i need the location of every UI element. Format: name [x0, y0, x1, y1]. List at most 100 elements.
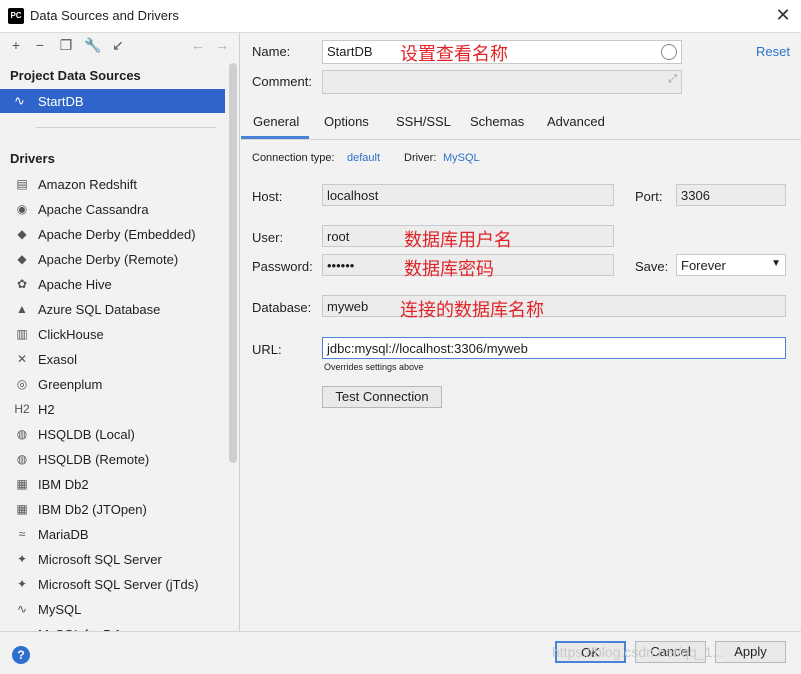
driver-icon: ▲ [16, 302, 28, 316]
driver-item[interactable]: ◍ HSQLDB (Remote) [0, 447, 225, 472]
driver-item[interactable]: ▦ IBM Db2 (JTOpen) [0, 497, 225, 522]
driver-item[interactable]: ✦ Microsoft SQL Server (jTds) [0, 572, 225, 597]
driver-item[interactable]: ◍ HSQLDB (Local) [0, 422, 225, 447]
database-field[interactable]: myweb [322, 295, 786, 317]
driver-label: HSQLDB (Remote) [38, 452, 150, 467]
color-circle-icon[interactable] [661, 44, 677, 60]
driver-item[interactable]: ▤ Amazon Redshift [0, 172, 225, 197]
driver-label: Apache Hive [38, 277, 112, 292]
driver-item[interactable]: ◆ Apache Derby (Embedded) [0, 222, 225, 247]
driver-item[interactable]: ✿ Apache Hive [0, 272, 225, 297]
driver-icon: ✦ [16, 577, 28, 591]
driver-label: IBM Db2 (JTOpen) [38, 502, 147, 517]
help-icon[interactable]: ? [12, 646, 30, 664]
driver-icon: ≈ [18, 527, 26, 541]
host-field[interactable]: localhost [322, 184, 614, 206]
driver-icon: ◎ [16, 377, 28, 391]
tab-ssh-ssl[interactable]: SSH/SSL [396, 114, 451, 138]
add-icon[interactable]: + [8, 37, 24, 53]
go-to-icon[interactable]: ↙ [110, 37, 126, 53]
tab-general[interactable]: General [253, 114, 299, 138]
user-value: root [327, 229, 350, 244]
driver-item[interactable]: ▥ ClickHouse [0, 322, 225, 347]
sidebar: + − ❐ 🔧 ↙ ← → Project Data Sources ∿ Sta… [0, 33, 240, 631]
driver-item[interactable]: ◆ Apache Derby (Remote) [0, 247, 225, 272]
project-data-sources-title: Project Data Sources [10, 68, 141, 83]
wrench-icon[interactable]: 🔧 [84, 37, 101, 53]
driver-label: ClickHouse [38, 327, 104, 342]
driver-item[interactable]: ✕ Exasol [0, 347, 225, 372]
expand-icon[interactable]: ⤢ [668, 73, 677, 86]
driver-icon: ◉ [16, 202, 28, 216]
close-icon[interactable]: ✕ [772, 4, 794, 26]
driver-item[interactable]: ◎ Greenplum [0, 372, 225, 397]
driver-icon: ◍ [16, 452, 28, 466]
connection-type-label: Connection type: [252, 152, 335, 164]
port-value: 3306 [681, 188, 710, 203]
drivers-title: Drivers [10, 151, 55, 166]
driver-icon: ▦ [16, 502, 28, 516]
driver-item[interactable]: ▲ Azure SQL Database [0, 297, 225, 322]
forward-arrow-icon[interactable]: → [214, 37, 230, 53]
url-label: URL: [252, 342, 282, 357]
driver-item[interactable]: ∿ MySQL [0, 597, 225, 622]
url-value: jdbc:mysql://localhost:3306/myweb [327, 341, 528, 356]
driver-label: Microsoft SQL Server [38, 552, 162, 567]
driver-label: Apache Derby (Remote) [38, 252, 179, 267]
driver-item[interactable]: ≈ MariaDB [0, 522, 225, 547]
sidebar-scrollbar[interactable] [229, 63, 237, 463]
driver-item[interactable]: ◉ Apache Cassandra [0, 197, 225, 222]
driver-label: Driver: [404, 152, 437, 164]
database-label: Database: [252, 300, 312, 315]
name-label: Name: [252, 44, 291, 59]
watermark: https://blog.csdn.net/qq_1... [552, 644, 725, 660]
driver-icon: H2 [14, 402, 30, 416]
save-value: Forever [681, 258, 726, 273]
test-connection-button[interactable]: Test Connection [322, 386, 442, 408]
driver-label: Apache Derby (Embedded) [38, 227, 196, 242]
driver-item[interactable]: ∿MySQL for 5.1 [0, 622, 225, 631]
back-arrow-icon[interactable]: ← [190, 37, 206, 53]
remove-icon[interactable]: − [32, 37, 48, 53]
driver-icon: ✕ [16, 352, 28, 366]
port-label: Port: [635, 189, 663, 204]
driver-item[interactable]: ✦ Microsoft SQL Server [0, 547, 225, 572]
password-value: •••••• [327, 258, 355, 273]
driver-link[interactable]: MySQL [443, 152, 480, 164]
datasource-item-startdb[interactable]: ∿ StartDB [0, 89, 225, 113]
driver-item[interactable]: ▦ IBM Db2 [0, 472, 225, 497]
driver-icon: ▦ [16, 477, 28, 491]
driver-label: HSQLDB (Local) [38, 427, 135, 442]
save-select[interactable]: Forever ▼ [676, 254, 786, 276]
connection-type-link[interactable]: default [347, 152, 380, 164]
port-field[interactable]: 3306 [676, 184, 786, 206]
datasource-label: StartDB [38, 94, 84, 109]
driver-label: MySQL [38, 602, 82, 617]
apply-button[interactable]: Apply [715, 641, 786, 663]
driver-item[interactable]: H2 H2 [0, 397, 225, 422]
tab-schemas[interactable]: Schemas [470, 114, 524, 138]
driver-label: H2 [38, 402, 55, 417]
comment-field[interactable]: ⤢ [322, 70, 682, 94]
app-icon: PC [8, 8, 24, 24]
driver-label: MariaDB [38, 527, 89, 542]
driver-label: Exasol [38, 352, 78, 367]
user-annotation: 数据库用户名 [404, 230, 512, 250]
name-annotation: 设置查看名称 [400, 44, 508, 64]
reset-link[interactable]: Reset [756, 44, 790, 59]
driver-label: IBM Db2 [38, 477, 89, 492]
chevron-down-icon: ▼ [771, 258, 781, 269]
duplicate-icon[interactable]: ❐ [58, 37, 74, 53]
tab-advanced[interactable]: Advanced [547, 114, 605, 138]
driver-icon: ✦ [16, 552, 28, 566]
driver-label: Apache Cassandra [38, 202, 149, 217]
driver-label: Greenplum [38, 377, 103, 392]
database-value: myweb [327, 299, 369, 314]
save-label: Save: [635, 259, 669, 274]
tab-options[interactable]: Options [324, 114, 369, 138]
driver-label: Amazon Redshift [38, 177, 137, 192]
driver-icon: ✿ [16, 277, 28, 291]
url-field[interactable]: jdbc:mysql://localhost:3306/myweb [322, 337, 786, 359]
driver-icon: ◍ [16, 427, 28, 441]
driver-icon: ▥ [16, 327, 28, 341]
